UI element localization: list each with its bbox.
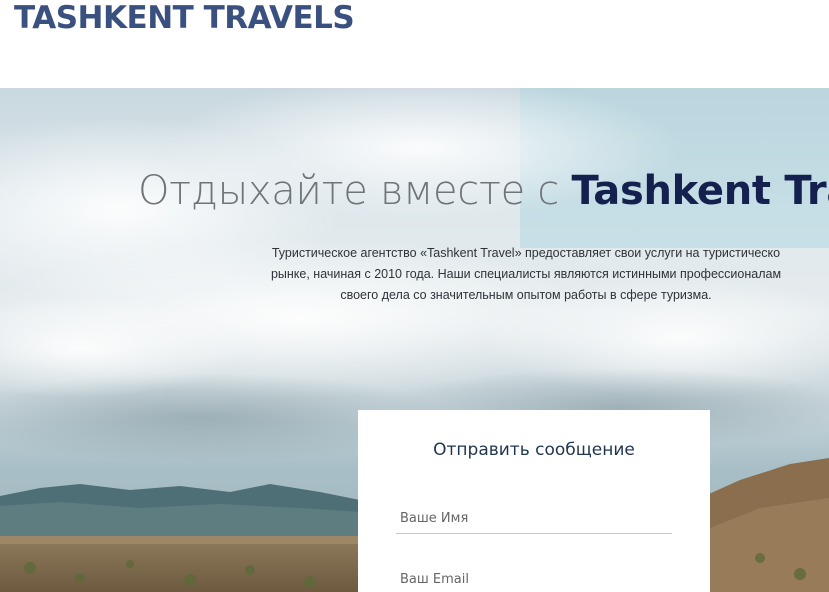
name-input[interactable] bbox=[396, 504, 672, 534]
contact-form-card: Отправить сообщение bbox=[358, 410, 710, 592]
contact-form-title: Отправить сообщение bbox=[433, 440, 635, 460]
hero-description: Туристическое агентство «Tashkent Travel… bbox=[196, 243, 829, 306]
hero-description-line: Туристическое агентство «Tashkent Travel… bbox=[271, 246, 781, 260]
hero-title-brand: Tashkent Tra bbox=[571, 168, 829, 214]
hero-title-text: Отдыхайте вместе с bbox=[138, 168, 572, 214]
site-header: TASHKENT TRAVELS bbox=[0, 0, 829, 88]
site-logo[interactable]: TASHKENT TRAVELS bbox=[14, 0, 355, 36]
hero-section: Отдыхайте вместе с Tashkent Tra Туристич… bbox=[0, 88, 829, 592]
hero-description-line: своего дела со значительным опытом работ… bbox=[340, 288, 712, 302]
hero-title: Отдыхайте вместе с Tashkent Tra bbox=[138, 168, 829, 214]
email-input[interactable] bbox=[396, 564, 672, 592]
hero-description-line: рынке, начиная с 2010 года. Наши специал… bbox=[270, 267, 782, 281]
